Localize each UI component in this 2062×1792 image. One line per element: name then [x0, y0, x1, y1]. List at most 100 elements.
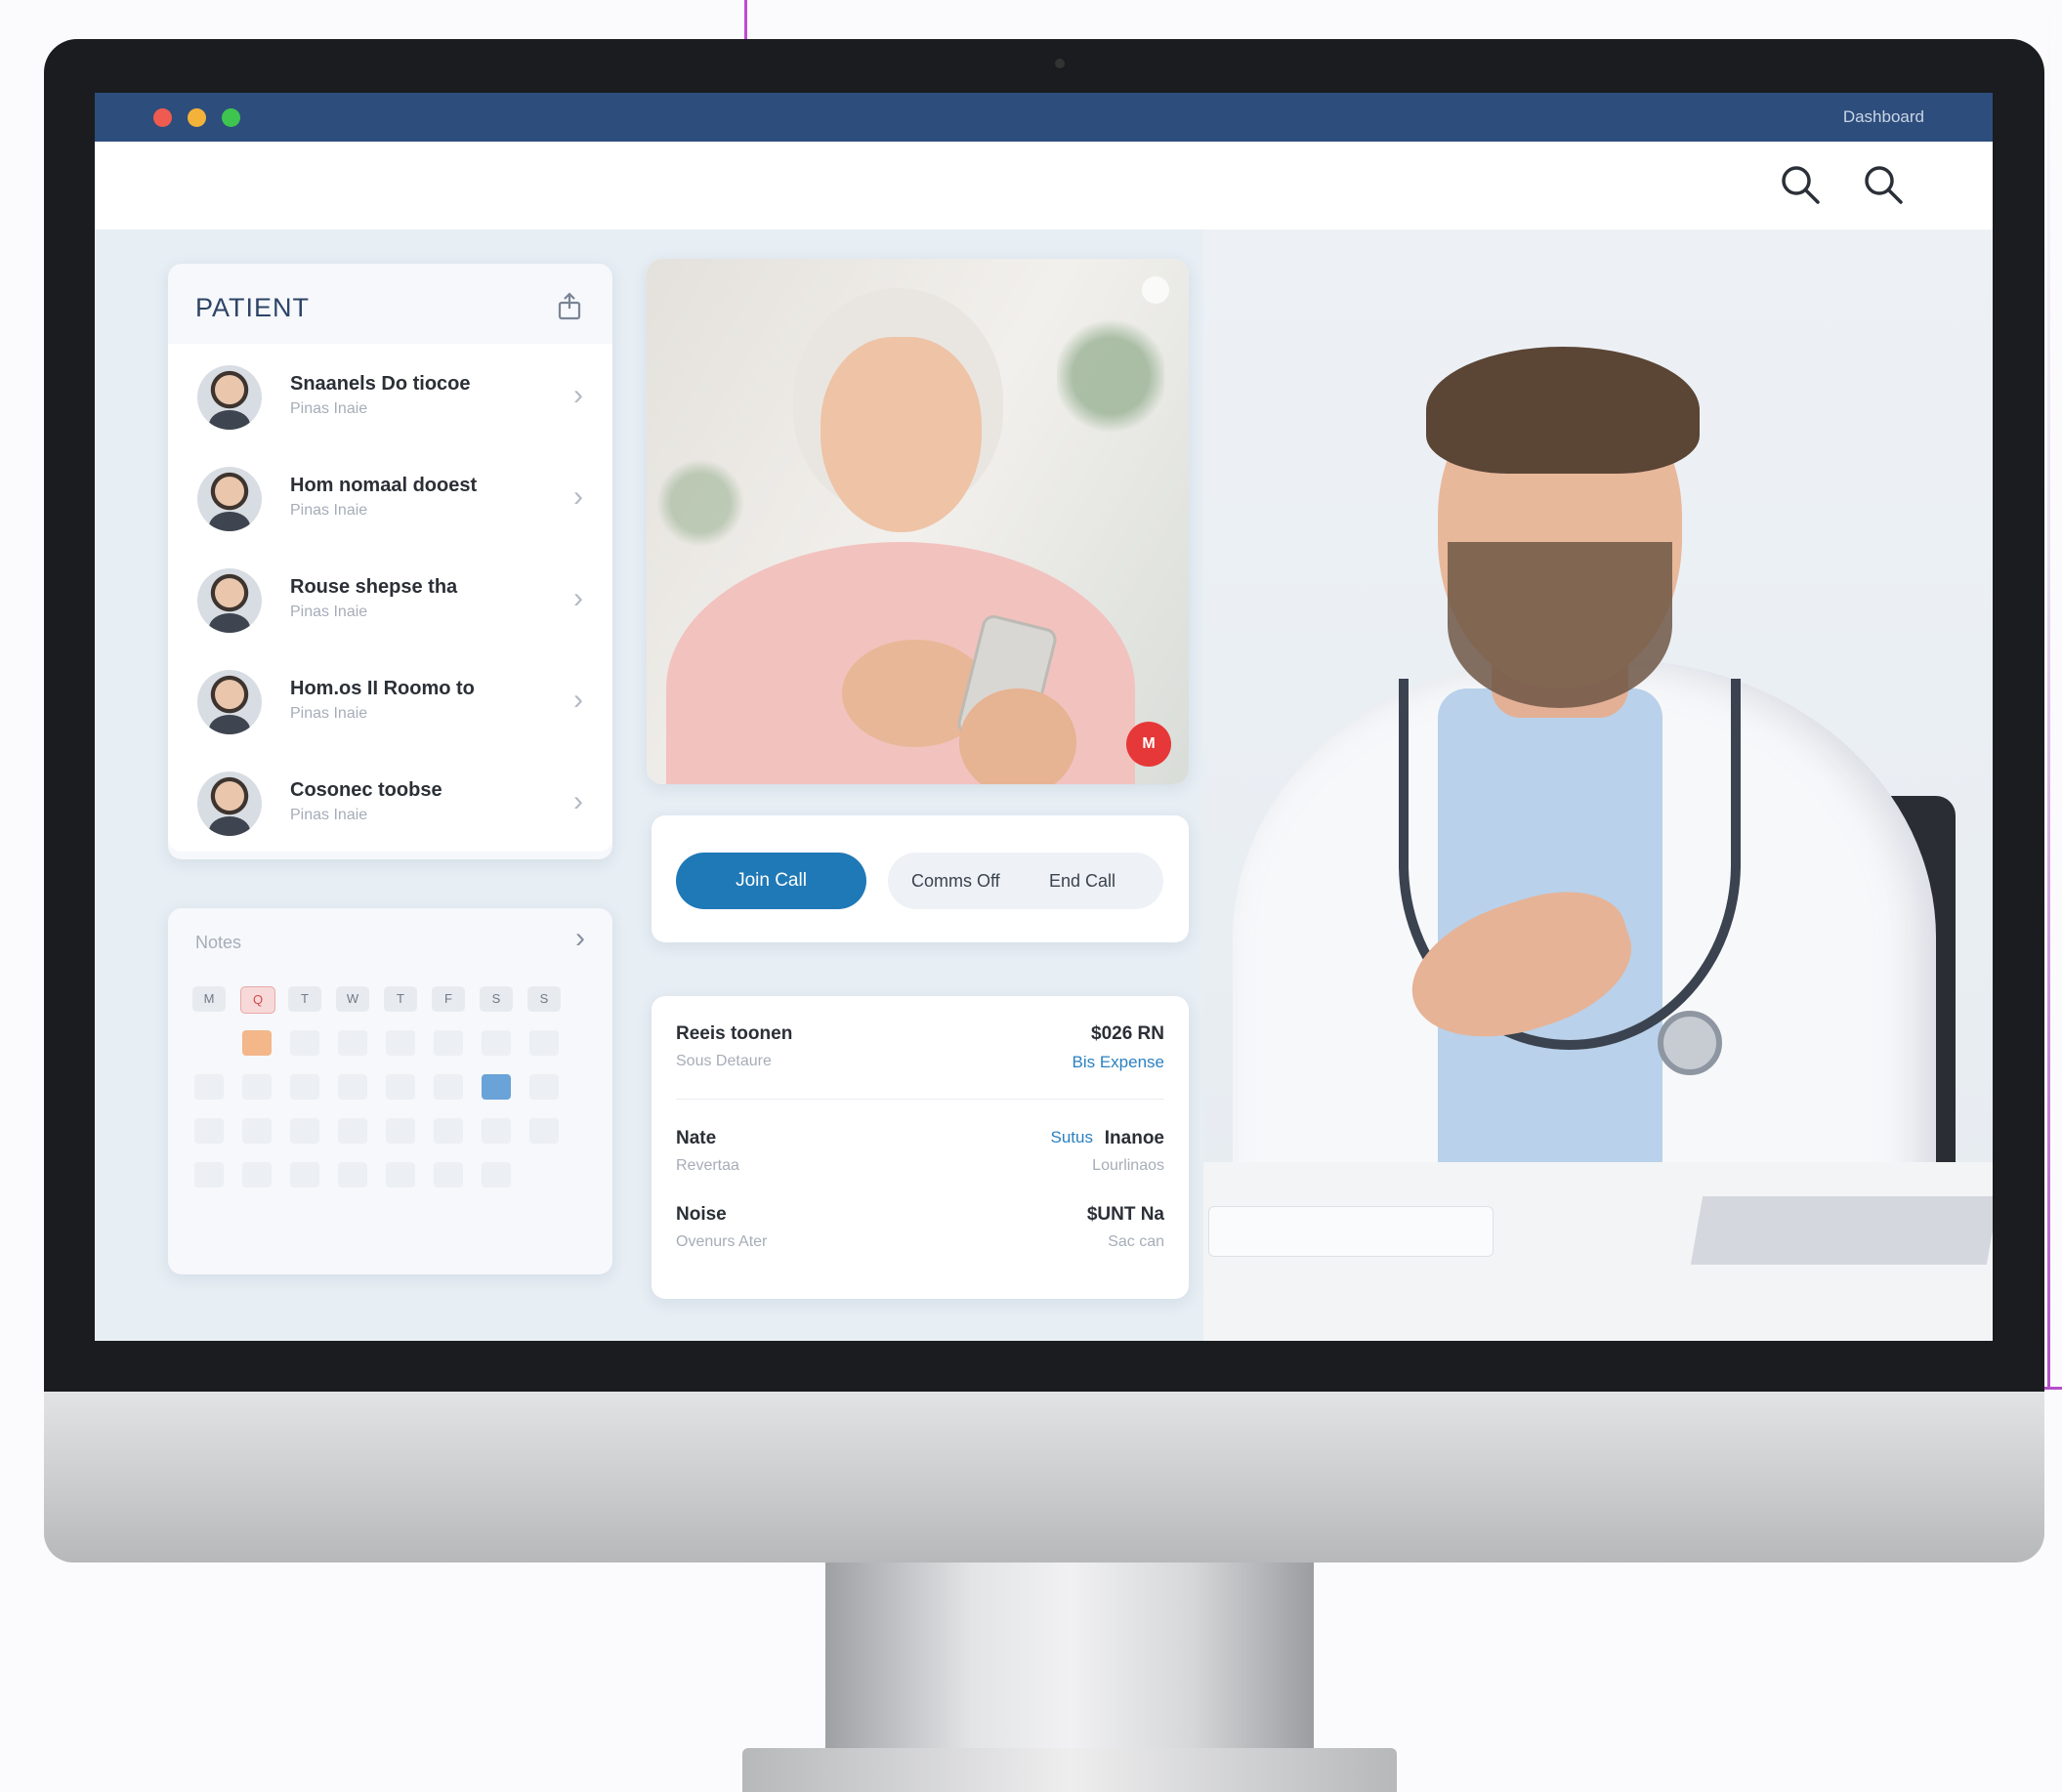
patient-panel: PATIENT Snaanels Do tiocoe Pinas Inaie ›… [168, 264, 612, 859]
patient-name: Hom nomaal dooest [290, 475, 478, 496]
billing-row-right-subtitle: Sac can [1108, 1233, 1164, 1250]
maximize-window-button[interactable] [222, 108, 240, 127]
calendar-weekday-selected[interactable]: Q [240, 986, 275, 1014]
close-window-button[interactable] [153, 108, 172, 127]
call-options-group: Comms Off End Call [888, 853, 1163, 909]
patient-name: Hom.os II Roomo to [290, 678, 475, 699]
calendar-date-cell[interactable] [386, 1118, 415, 1144]
calendar-weekday: S [527, 986, 561, 1012]
divider [676, 1099, 1164, 1100]
calendar-date-cell[interactable] [290, 1162, 319, 1188]
calendar-weekday: S [480, 986, 513, 1012]
calendar-date-cell[interactable] [434, 1030, 463, 1056]
calendar-title: Notes [195, 933, 242, 952]
decorative-accent-line [744, 0, 747, 39]
calendar-date-cell[interactable] [194, 1118, 224, 1144]
billing-row-right-subtitle: Lourlinaos [1092, 1157, 1164, 1174]
calendar-date-cell[interactable] [386, 1162, 415, 1188]
calendar-date-cell[interactable] [529, 1118, 559, 1144]
laptop [1690, 1196, 1993, 1265]
calendar-weekday: W [336, 986, 369, 1012]
calendar-date-cell[interactable] [434, 1074, 463, 1100]
billing-row-subtitle: Revertaa [676, 1157, 739, 1174]
billing-row-link[interactable]: Bis Expense [1073, 1053, 1165, 1072]
doctor-photo [1203, 229, 1993, 1341]
billing-row-title: Nate [676, 1128, 717, 1148]
avatar [197, 467, 262, 531]
calendar-date-cell[interactable] [242, 1118, 272, 1144]
calendar-date-cell[interactable] [194, 1074, 224, 1100]
calendar-weekday: M [192, 986, 226, 1012]
calendar-date-cell[interactable] [290, 1074, 319, 1100]
billing-row-value: $026 RN [1091, 1023, 1164, 1044]
keyboard [1208, 1206, 1494, 1257]
patient-list-item[interactable]: Hom nomaal dooest Pinas Inaie › [168, 445, 612, 547]
patient-name: Rouse shepse tha [290, 576, 458, 598]
calendar-date-cell[interactable] [242, 1162, 272, 1188]
calendar-date-cell[interactable] [338, 1118, 367, 1144]
patient-list-item[interactable]: Cosonec toobse Pinas Inaie › [168, 750, 612, 852]
calendar-date-cell[interactable] [290, 1118, 319, 1144]
search-button-secondary[interactable] [1858, 159, 1911, 212]
monitor-stand-base [742, 1748, 1397, 1792]
patient-panel-title: PATIENT [195, 293, 311, 322]
calendar-date-cell[interactable] [194, 1162, 224, 1188]
patient-list-item[interactable]: Hom.os II Roomo to Pinas Inaie › [168, 648, 612, 750]
search-button[interactable] [1775, 159, 1828, 212]
patient-list-item[interactable]: Rouse shepse tha Pinas Inaie › [168, 547, 612, 648]
chevron-right-icon: › [573, 785, 583, 817]
calendar-date-cell[interactable] [242, 1074, 272, 1100]
calendar-date-cell[interactable] [338, 1162, 367, 1188]
calendar-card: Notes › M Q T W T F S S [168, 908, 612, 1274]
patient-subtitle: Pinas Inaie [290, 400, 368, 417]
calendar-date-cell[interactable] [434, 1118, 463, 1144]
video-options-button[interactable] [1142, 276, 1169, 304]
main-content: PATIENT Snaanels Do tiocoe Pinas Inaie ›… [95, 229, 1993, 1341]
avatar [197, 365, 262, 430]
plant-decoration [1057, 298, 1164, 454]
doctor-hair [1426, 347, 1700, 474]
billing-row-link[interactable]: Sutus [1051, 1128, 1093, 1147]
calendar-date-cell[interactable] [482, 1030, 511, 1056]
monitor-chin [44, 1392, 2044, 1563]
patient-list: Snaanels Do tiocoe Pinas Inaie › Hom nom… [168, 344, 612, 852]
calendar-date-cell[interactable] [386, 1074, 415, 1100]
top-toolbar [95, 142, 1993, 229]
patient-video-feed: M [647, 259, 1189, 784]
plant-decoration [656, 444, 744, 562]
calendar-date-cell[interactable] [434, 1162, 463, 1188]
comms-off-button[interactable]: Comms Off [911, 853, 1000, 909]
join-call-button[interactable]: Join Call [676, 853, 866, 909]
mute-badge[interactable]: M [1126, 722, 1171, 767]
calendar-date-cell[interactable] [338, 1030, 367, 1056]
calendar-date-cell[interactable] [482, 1162, 511, 1188]
patient-subtitle: Pinas Inaie [290, 807, 368, 823]
calendar-weekday: F [432, 986, 465, 1012]
billing-row-subtitle: Ovenurs Ater [676, 1233, 768, 1250]
calendar-date-cell[interactable] [482, 1074, 511, 1100]
end-call-button[interactable]: End Call [1049, 853, 1115, 909]
calendar-date-cell[interactable] [529, 1074, 559, 1100]
share-icon[interactable] [554, 291, 585, 322]
minimize-window-button[interactable] [188, 108, 206, 127]
billing-card: Reeis toonen Sous Detaure $026 RN Bis Ex… [652, 996, 1189, 1299]
calendar-date-cell[interactable] [529, 1030, 559, 1056]
patient-name: Snaanels Do tiocoe [290, 373, 471, 395]
chevron-right-icon[interactable]: › [575, 922, 585, 955]
billing-row-title: Noise [676, 1204, 727, 1225]
calendar-date-cell[interactable] [242, 1030, 272, 1056]
call-controls: Join Call Comms Off End Call [652, 815, 1189, 942]
calendar-weekday: T [288, 986, 321, 1012]
patient-subtitle: Pinas Inaie [290, 502, 368, 519]
monitor-stand [825, 1563, 1314, 1758]
calendar-date-cell[interactable] [482, 1118, 511, 1144]
avatar [197, 568, 262, 633]
calendar-date-cell[interactable] [290, 1030, 319, 1056]
search-icon [1782, 166, 1820, 204]
avatar [197, 771, 262, 836]
billing-row-value: $UNT Na [1086, 1204, 1164, 1225]
billing-row-subtitle: Sous Detaure [676, 1053, 772, 1069]
calendar-date-cell[interactable] [338, 1074, 367, 1100]
calendar-date-cell[interactable] [386, 1030, 415, 1056]
patient-list-item[interactable]: Snaanels Do tiocoe Pinas Inaie › [168, 344, 612, 445]
